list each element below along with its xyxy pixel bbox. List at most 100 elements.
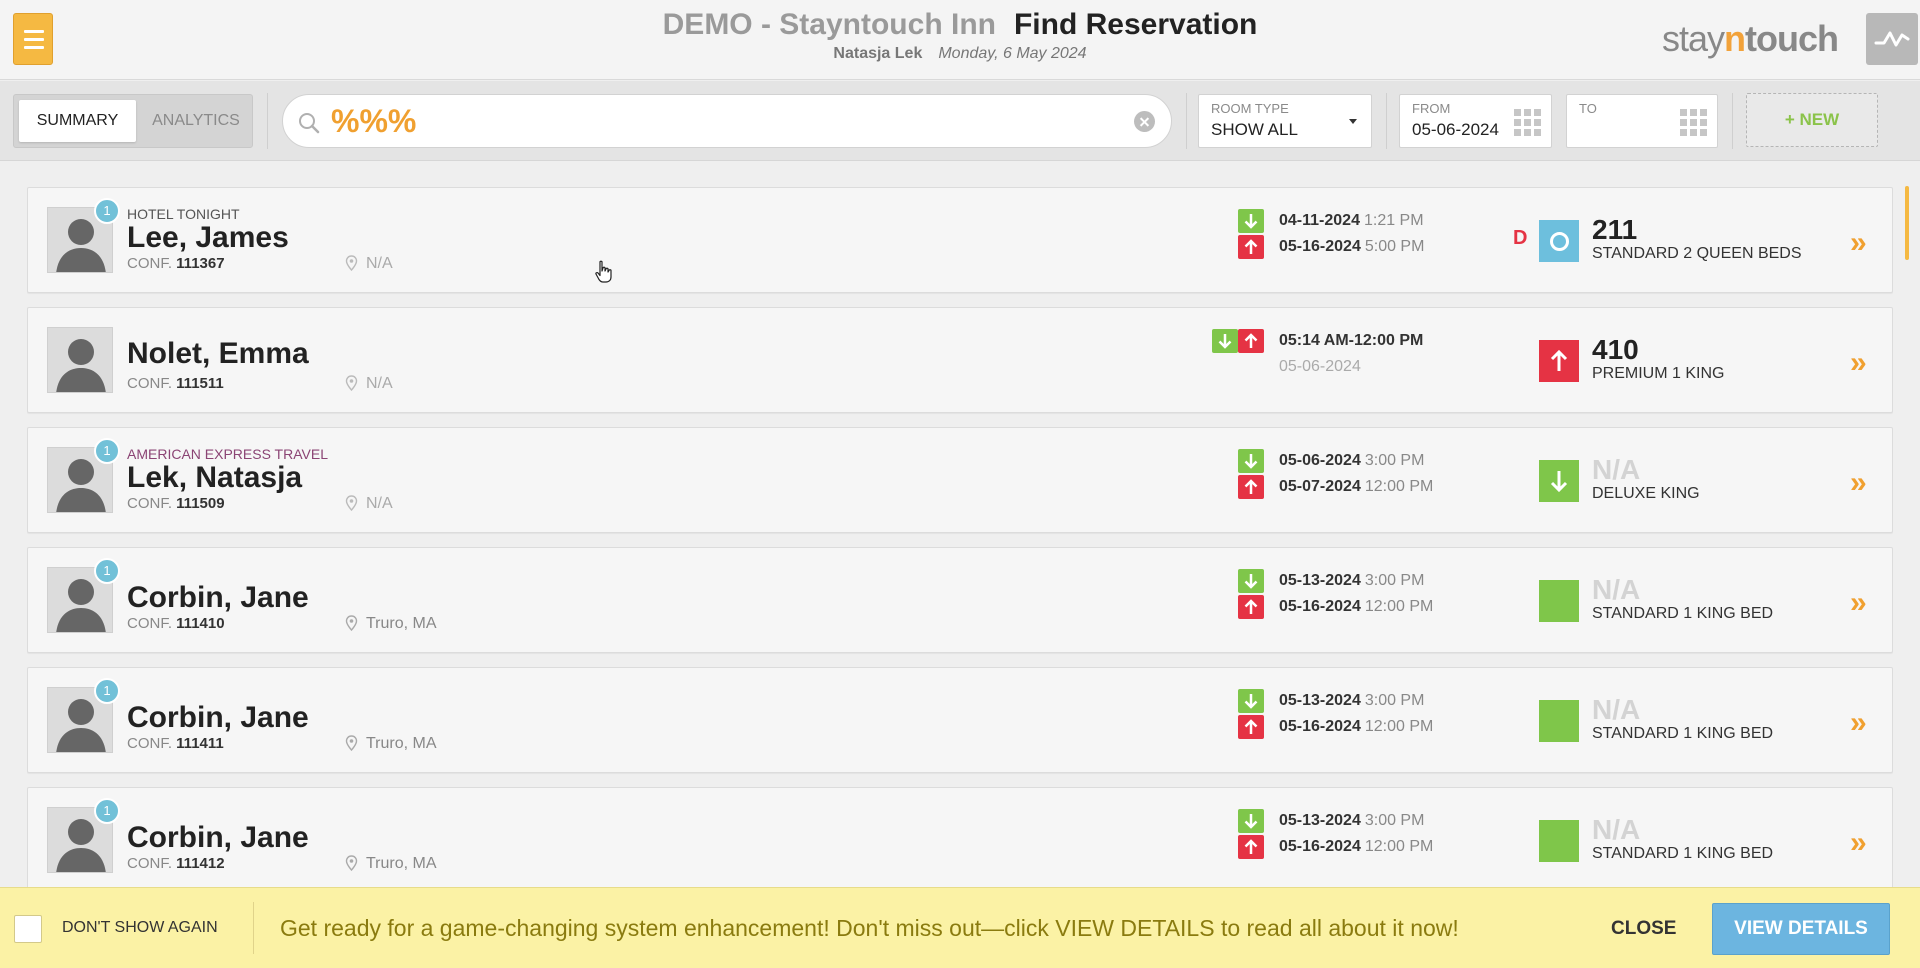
departure-arrow-icon — [1238, 475, 1264, 499]
reservation-row[interactable]: 1 Corbin, Jane CONF. 111412 Truro, MA 05… — [27, 787, 1893, 887]
departure-datetime: 05-07-2024 12:00 PM — [1279, 478, 1434, 495]
location-pin-icon — [345, 855, 358, 871]
view-details-button[interactable]: VIEW DETAILS — [1712, 903, 1890, 955]
reservation-row[interactable]: Nolet, Emma CONF. 111511 N/A 05:14 AM-12… — [27, 307, 1893, 413]
arrival-arrow-icon — [1238, 569, 1264, 593]
guest-location: Truro, MA — [345, 855, 437, 873]
room-number: N/A — [1592, 694, 1641, 725]
departure-datetime: 05-16-2024 12:00 PM — [1279, 598, 1434, 615]
room-type: STANDARD 2 QUEEN BEDS — [1592, 245, 1802, 262]
arrival-datetime: 05-06-2024 3:00 PM — [1279, 452, 1425, 469]
confirmation-number: CONF. 111509 — [127, 495, 225, 512]
room-status-icon — [1539, 340, 1579, 382]
guest-count-badge: 1 — [94, 438, 120, 464]
room-type: PREMIUM 1 KING — [1592, 365, 1725, 382]
reservation-row[interactable]: 1 Corbin, Jane CONF. 111410 Truro, MA 05… — [27, 547, 1893, 653]
from-date-field[interactable]: FROM 05-06-2024 — [1399, 94, 1552, 148]
double-chevron-right-icon[interactable]: » — [1850, 586, 1867, 620]
banner-message: Get ready for a game-changing system enh… — [280, 915, 1459, 941]
divider — [1732, 93, 1733, 149]
arrival-arrow-icon — [1238, 689, 1264, 713]
room-status-icon — [1539, 700, 1579, 742]
guest-location: N/A — [345, 495, 393, 513]
departure-arrow-icon — [1238, 715, 1264, 739]
search-icon — [299, 113, 320, 134]
location-pin-icon — [345, 255, 358, 271]
new-reservation-button[interactable]: + NEW — [1746, 93, 1878, 147]
guest-count-badge: 1 — [94, 198, 120, 224]
departure-arrow-icon — [1238, 235, 1264, 259]
room-number: N/A — [1592, 574, 1641, 605]
room-type-select[interactable]: ROOM TYPE SHOW ALL — [1198, 94, 1372, 148]
page-header-title: DEMO - Stayntouch Inn Find Reservation — [0, 8, 1920, 42]
room-type: DELUXE KING — [1592, 485, 1700, 502]
search-toolbar: SUMMARY ANALYTICS ROOM TYPE SHOW ALL FRO… — [0, 81, 1920, 161]
double-chevron-right-icon[interactable]: » — [1850, 226, 1867, 260]
page-title: Find Reservation — [1013, 8, 1258, 41]
room-type-label: ROOM TYPE — [1211, 101, 1289, 116]
room-status-icon — [1539, 220, 1579, 262]
divider — [267, 93, 268, 149]
business-date: Monday, 6 May 2024 — [938, 45, 1087, 62]
guest-location: Truro, MA — [345, 735, 437, 753]
confirmation-number: CONF. 111411 — [127, 735, 224, 752]
guest-name: Corbin, Jane — [127, 581, 309, 614]
reservation-row[interactable]: 1 Corbin, Jane CONF. 111411 Truro, MA 05… — [27, 667, 1893, 773]
room-number: 211 — [1592, 214, 1638, 245]
calendar-grid-icon — [1680, 109, 1707, 136]
arrival-arrow-icon — [1212, 329, 1238, 353]
clear-icon[interactable] — [1134, 111, 1155, 132]
app-header: DEMO - Stayntouch Inn Find Reservation Na… — [0, 0, 1920, 80]
guest-name: Corbin, Jane — [127, 701, 309, 734]
location-pin-icon — [345, 615, 358, 631]
departure-datetime: 05-16-2024 12:00 PM — [1279, 718, 1434, 735]
guest-location: N/A — [345, 375, 393, 393]
hand-cursor-icon — [595, 260, 612, 283]
reservation-row[interactable]: 1 AMERICAN EXPRESS TRAVEL Lek, Natasja C… — [27, 427, 1893, 533]
departure-datetime: 05-16-2024 12:00 PM — [1279, 838, 1434, 855]
confirmation-number: CONF. 111367 — [127, 255, 225, 272]
location-pin-icon — [345, 735, 358, 751]
reservation-row[interactable]: 1 HOTEL TONIGHT Lee, James CONF. 111367 … — [27, 187, 1893, 293]
arrival-datetime: 05-13-2024 3:00 PM — [1279, 812, 1425, 829]
confirmation-number: CONF. 111511 — [127, 375, 224, 392]
dont-show-again-checkbox[interactable] — [14, 915, 42, 943]
from-label: FROM — [1412, 101, 1451, 116]
guest-count-badge: 1 — [94, 558, 120, 584]
calendar-grid-icon — [1514, 109, 1541, 136]
arrival-datetime: 04-11-2024 1:21 PM — [1279, 212, 1424, 229]
double-chevron-right-icon[interactable]: » — [1850, 826, 1867, 860]
room-type: STANDARD 1 KING BED — [1592, 845, 1774, 862]
avatar-silhouette-icon — [56, 339, 106, 392]
divider — [1186, 93, 1187, 149]
avatar — [47, 327, 113, 393]
tab-analytics[interactable]: ANALYTICS — [144, 100, 248, 142]
activity-button[interactable] — [1866, 13, 1918, 65]
double-chevron-right-icon[interactable]: » — [1850, 346, 1867, 380]
scrollbar-thumb[interactable] — [1905, 186, 1909, 260]
double-chevron-right-icon[interactable]: » — [1850, 466, 1867, 500]
guest-name: Lee, James — [127, 221, 289, 254]
guest-name: Nolet, Emma — [127, 337, 309, 370]
arrival-datetime: 05-13-2024 3:00 PM — [1279, 692, 1425, 709]
to-date-field[interactable]: TO — [1566, 94, 1718, 148]
guest-location: N/A — [345, 255, 393, 273]
confirmation-number: CONF. 111412 — [127, 855, 225, 872]
room-number: N/A — [1592, 454, 1641, 485]
company-name: AMERICAN EXPRESS TRAVEL — [127, 446, 328, 462]
double-chevron-right-icon[interactable]: » — [1850, 706, 1867, 740]
search-input[interactable] — [331, 101, 1111, 141]
tab-summary[interactable]: SUMMARY — [19, 100, 136, 142]
day-use-time-range: 05:14 AM-12:00 PM — [1279, 332, 1424, 349]
search-box — [282, 94, 1172, 148]
departure-arrow-icon — [1238, 835, 1264, 859]
room-status-icon — [1539, 580, 1579, 622]
from-value: 05-06-2024 — [1412, 120, 1499, 139]
view-toggle: SUMMARY ANALYTICS — [13, 94, 253, 148]
user-name: Natasja Lek — [833, 45, 923, 62]
close-banner-button[interactable]: CLOSE — [1611, 918, 1676, 940]
dropdown-caret-icon — [1349, 119, 1357, 124]
announcement-banner: DON'T SHOW AGAIN Get ready for a game-ch… — [0, 887, 1920, 968]
hotel-name: DEMO - Stayntouch Inn — [662, 8, 996, 41]
reservation-list: 1 HOTEL TONIGHT Lee, James CONF. 111367 … — [27, 187, 1893, 887]
